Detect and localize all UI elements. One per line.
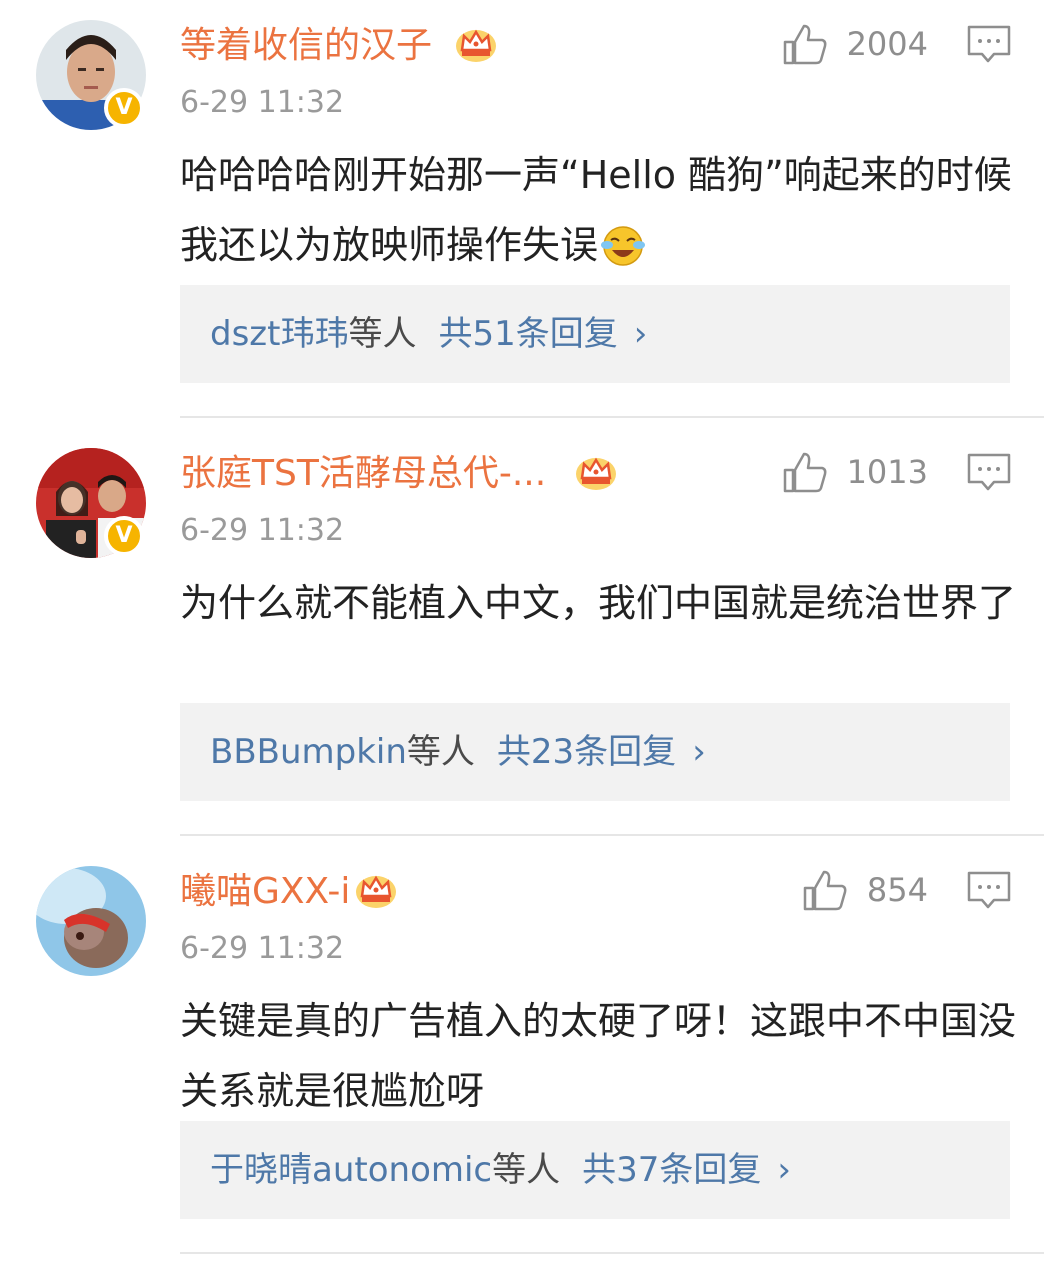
comment-icon[interactable] — [966, 870, 1012, 910]
divider — [180, 416, 1044, 418]
reply-user-link[interactable]: dszt玮玮 — [210, 314, 348, 354]
username[interactable]: 等着收信的汉子 — [180, 24, 432, 68]
comment-text: 为什么就不能植入中文，我们中国就是统治世界了 — [180, 581, 1017, 625]
reply-suffix: 等人 — [348, 314, 417, 354]
like-count: 2004 — [846, 25, 928, 63]
comment-icon[interactable] — [966, 24, 1012, 64]
reply-suffix: 等人 — [406, 732, 475, 772]
chevron-right-icon: › — [777, 1150, 792, 1190]
avatar[interactable] — [36, 866, 146, 976]
avatar-image — [36, 866, 146, 976]
comment-item: 曦喵GXX-i 6-29 11:32 854 关键是真的广告植入的太硬了呀！这跟… — [0, 846, 1044, 1258]
comment-item: V 等着收信的汉子 6-29 11:32 2004 哈哈哈哈刚开始那一声“Hel… — [0, 0, 1044, 420]
comment-text: 哈哈哈哈刚开始那一声“Hello 酷狗”响起来的时候我还以为放映师操作失误 — [180, 140, 1020, 280]
chevron-right-icon: › — [633, 314, 648, 354]
reply-count-link[interactable]: 共51条回复 — [438, 314, 617, 354]
chevron-right-icon: › — [692, 732, 706, 772]
crown-icon — [456, 29, 496, 62]
crown-icon — [576, 457, 616, 490]
like-count: 1013 — [846, 453, 928, 491]
comment-text: 关键是真的广告植入的太硬了呀！这跟中不中国没关系就是很尴尬呀 — [180, 999, 1017, 1113]
timestamp: 6-29 11:32 — [180, 931, 345, 966]
laughing-crying-emoji-icon — [601, 226, 646, 266]
divider — [180, 1252, 1044, 1254]
timestamp: 6-29 11:32 — [180, 85, 345, 120]
reply-suffix: 等人 — [492, 1150, 561, 1190]
reply-user-link[interactable]: BBBumpkin — [210, 732, 407, 772]
comment-text-content: 哈哈哈哈刚开始那一声“Hello 酷狗”响起来的时候我还以为放映师操作失误 — [180, 153, 1012, 267]
divider — [180, 834, 1044, 836]
reply-user-link[interactable]: 于晓晴autonomic — [210, 1150, 492, 1190]
crown-icon — [356, 875, 396, 908]
username[interactable]: 张庭TST活酵母总代-... — [180, 452, 546, 496]
replies-summary[interactable]: BBBumpkin等人 共23条回复 › — [180, 703, 1010, 801]
reply-count-link[interactable]: 共37条回复 — [582, 1150, 761, 1190]
like-count: 854 — [866, 871, 928, 909]
username[interactable]: 曦喵GXX-i — [180, 870, 350, 914]
replies-summary[interactable]: dszt玮玮等人 共51条回复 › — [180, 285, 1010, 383]
replies-summary[interactable]: 于晓晴autonomic等人 共37条回复 › — [180, 1121, 1010, 1219]
comment-icon[interactable] — [966, 452, 1012, 492]
timestamp: 6-29 11:32 — [180, 513, 345, 548]
verified-badge: V — [104, 88, 144, 128]
verified-badge: V — [104, 516, 144, 556]
reply-count-link[interactable]: 共23条回复 — [497, 732, 676, 772]
comment-item: V 张庭TST活酵母总代-... 6-29 11:32 1013 为什么就不能植… — [0, 428, 1044, 840]
